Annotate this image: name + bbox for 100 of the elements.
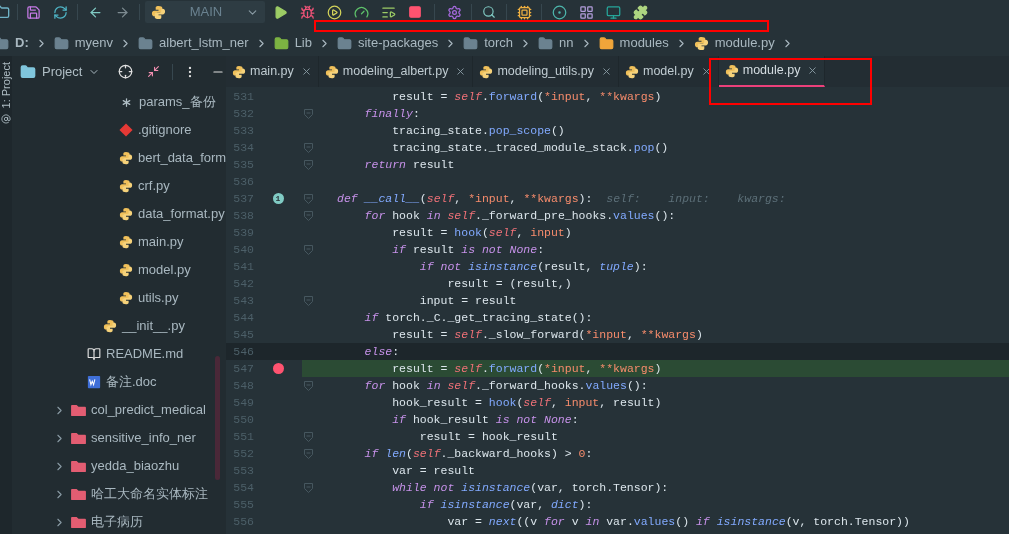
python-icon xyxy=(119,291,133,305)
info-badge[interactable]: 1 xyxy=(272,193,284,204)
folder-icon xyxy=(598,35,614,51)
code-line: var = next((v for v in var.values() if isinstance(v, torch.Tensor)) xyxy=(446,513,910,530)
fold-marker-icon[interactable] xyxy=(304,159,313,170)
file-name: bert_data_form xyxy=(138,149,226,168)
breadcrumb-item[interactable]: albert_lstm_ner xyxy=(159,33,249,53)
code-line: tracing_state._traced_module_stack.pop() xyxy=(391,139,669,156)
file-name: 电子病历 xyxy=(91,513,143,532)
target-icon[interactable] xyxy=(118,64,134,79)
fold-marker-icon[interactable] xyxy=(304,448,313,459)
tree-item[interactable]: utils.py xyxy=(12,284,226,312)
close-icon[interactable] xyxy=(700,66,712,77)
tree-item[interactable]: crf.py xyxy=(12,172,226,200)
python-icon xyxy=(693,35,709,51)
tree-item[interactable]: col_predict_medical xyxy=(12,396,226,424)
fold-marker-icon[interactable] xyxy=(304,210,313,221)
structure-icon[interactable] xyxy=(1,114,11,125)
code-line: if torch._C._get_tracing_state(): xyxy=(363,309,593,326)
file-name: sensitive_info_ner xyxy=(91,429,196,448)
breadcrumb-item[interactable]: torch xyxy=(484,33,514,53)
tree-item[interactable]: .gitignore xyxy=(12,116,226,144)
python-icon xyxy=(625,64,639,79)
python-icon xyxy=(119,179,133,193)
python-icon xyxy=(479,64,494,79)
project-view-dropdown[interactable]: Project xyxy=(42,61,101,82)
file-name: README.md xyxy=(106,345,184,364)
breadcrumb-item[interactable]: nn xyxy=(559,33,574,53)
python-icon xyxy=(119,235,133,249)
fold-marker-icon[interactable] xyxy=(304,142,313,153)
file-name: model.py xyxy=(138,261,191,280)
code-line: for hook in self._forward_pre_hooks.values(): xyxy=(363,207,676,224)
folder-icon xyxy=(71,487,86,501)
fold-marker-icon[interactable] xyxy=(304,295,313,306)
fold-marker-icon[interactable] xyxy=(304,482,313,493)
code-line: if result is not None: xyxy=(391,241,545,258)
folder-icon xyxy=(71,515,86,529)
editor-tab[interactable]: model.py xyxy=(619,56,719,87)
fold-marker-icon[interactable] xyxy=(304,193,313,204)
line-number: 546 xyxy=(232,343,254,360)
breadcrumb-item[interactable]: site-packages xyxy=(358,33,439,53)
code-line: var = result xyxy=(391,462,476,479)
close-icon[interactable] xyxy=(300,66,312,77)
folder-icon xyxy=(71,431,86,445)
close-icon[interactable] xyxy=(455,66,467,77)
folder-icon xyxy=(138,35,153,51)
folder-icon xyxy=(53,35,69,51)
tree-item[interactable]: yedda_biaozhu xyxy=(12,452,226,480)
tree-item[interactable]: main.py xyxy=(12,228,226,256)
code-line: result = self.forward(*input, **kwargs) xyxy=(391,88,662,105)
python-icon xyxy=(232,64,246,79)
folder-icon xyxy=(337,35,352,51)
tree-item[interactable]: 电子病历 xyxy=(12,508,226,534)
file-name: __init__.py xyxy=(122,317,185,336)
tree-item[interactable]: __init__.py xyxy=(12,312,226,340)
file-name: params_备份 xyxy=(139,93,216,112)
tree-item[interactable]: data_format.py xyxy=(12,200,226,228)
breadcrumb-item[interactable]: D: xyxy=(15,33,29,53)
close-icon[interactable] xyxy=(601,66,612,77)
close-icon[interactable] xyxy=(807,65,819,76)
python-icon xyxy=(119,151,133,165)
breadcrumb-item[interactable]: myenv xyxy=(74,33,113,53)
collapse-icon[interactable] xyxy=(147,65,161,78)
folder-icon xyxy=(538,35,554,51)
code-line: def __call__(self, *input, **kwargs): self: input: kwargs: xyxy=(337,190,786,207)
tree-item[interactable]: bert_data_form xyxy=(12,144,226,172)
scrollbar[interactable] xyxy=(215,356,220,480)
code-line: if hook_result is not None: xyxy=(391,411,579,428)
file-name: 哈工大命名实体标注 xyxy=(91,485,208,504)
python-icon xyxy=(119,207,133,221)
tool-window-label[interactable]: 1: Project xyxy=(0,62,12,109)
tree-item[interactable]: README.md xyxy=(12,340,226,368)
python-icon xyxy=(151,4,166,20)
code-line: tracing_state.pop_scope() xyxy=(391,122,565,139)
code-line: input = result xyxy=(418,292,517,309)
editor-tab[interactable]: main.py xyxy=(226,56,319,87)
breadcrumb-item[interactable]: Lib xyxy=(294,33,312,53)
code-line: for hook in self._forward_hooks.values(): xyxy=(363,377,648,394)
code-line: if len(self._backward_hooks) > 0: xyxy=(363,445,593,462)
code-line: else: xyxy=(363,343,400,360)
tree-item[interactable]: model.py xyxy=(12,256,226,284)
tree-item[interactable]: 备注.doc xyxy=(12,368,226,396)
fold-marker-icon[interactable] xyxy=(304,431,313,442)
code-line: finally: xyxy=(363,105,420,122)
breadcrumb-item[interactable]: module.py xyxy=(714,33,775,53)
folder-icon xyxy=(71,459,86,473)
code-line: if isinstance(var, dict): xyxy=(418,496,593,513)
fold-marker-icon[interactable] xyxy=(304,244,313,255)
python-icon xyxy=(724,63,739,78)
editor-tab[interactable]: modeling_utils.py xyxy=(473,56,619,87)
fold-marker-icon[interactable] xyxy=(304,108,313,119)
tree-item[interactable]: sensitive_info_ner xyxy=(12,424,226,452)
editor-tab[interactable]: module.py xyxy=(718,56,826,87)
fold-marker-icon[interactable] xyxy=(304,380,313,391)
breakpoint-icon[interactable] xyxy=(272,363,284,374)
tree-item[interactable]: 哈工大命名实体标注 xyxy=(12,480,226,508)
editor-tab[interactable]: modeling_albert.py xyxy=(318,56,474,87)
book-icon xyxy=(87,347,101,361)
breadcrumb-item[interactable]: modules xyxy=(619,33,669,53)
tree-item[interactable]: params_备份 xyxy=(12,88,226,116)
